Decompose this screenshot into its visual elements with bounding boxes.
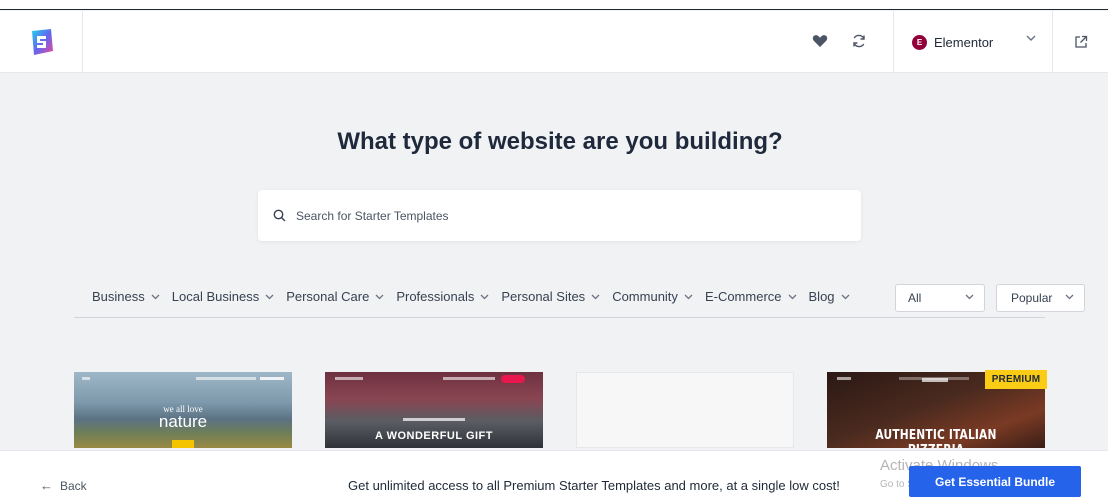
filter-personal-sites[interactable]: Personal Sites bbox=[501, 289, 600, 304]
filter-label: Community bbox=[612, 289, 678, 304]
chevron-down-icon bbox=[480, 294, 489, 300]
page-builder-label: Elementor bbox=[934, 34, 994, 50]
premium-badge: PREMIUM bbox=[985, 370, 1047, 389]
chevron-down-icon bbox=[788, 294, 797, 300]
filter-personal-care[interactable]: Personal Care bbox=[286, 289, 384, 304]
elementor-icon: E bbox=[912, 34, 927, 50]
promo-text: Get unlimited access to all Premium Star… bbox=[348, 478, 840, 493]
template-preview-navbar bbox=[74, 372, 292, 386]
window-top-strip bbox=[0, 0, 1108, 10]
chevron-down-icon bbox=[151, 294, 160, 300]
chevron-down-icon bbox=[965, 294, 974, 300]
external-link-icon bbox=[1075, 35, 1088, 48]
template-preview-logo bbox=[922, 378, 948, 382]
chevron-down-icon bbox=[684, 294, 693, 300]
filter-label: Personal Care bbox=[286, 289, 370, 304]
type-select[interactable]: All bbox=[895, 284, 985, 312]
filter-community[interactable]: Community bbox=[612, 289, 693, 304]
filter-label: Local Business bbox=[171, 289, 260, 304]
filter-label: Professionals bbox=[396, 289, 475, 304]
search-input[interactable] bbox=[296, 208, 836, 223]
chevron-down-icon bbox=[1065, 294, 1074, 300]
template-headline: A WONDERFUL GIFT bbox=[375, 430, 493, 442]
back-label: Back bbox=[60, 478, 87, 493]
template-preview-button bbox=[501, 375, 525, 383]
external-link-button[interactable] bbox=[1054, 11, 1108, 73]
type-select-value: All bbox=[908, 291, 922, 305]
filter-blog[interactable]: Blog bbox=[809, 289, 850, 304]
filter-local-business[interactable]: Local Business bbox=[172, 289, 274, 304]
page-title: What type of website are you building? bbox=[337, 128, 783, 155]
template-card[interactable]: we all love nature bbox=[74, 372, 292, 448]
search-bar[interactable] bbox=[258, 190, 861, 241]
filter-label: Blog bbox=[808, 289, 835, 304]
chevron-down-icon bbox=[1026, 35, 1036, 41]
template-headline: AUTHENTIC ITALIAN PIZZERIA bbox=[875, 428, 997, 448]
heart-icon[interactable] bbox=[810, 31, 830, 51]
refresh-icon[interactable] bbox=[849, 31, 869, 51]
filter-label: Business bbox=[92, 289, 145, 304]
page-builder-select[interactable]: E Elementor bbox=[893, 11, 1053, 73]
sort-select-value: Popular bbox=[1011, 291, 1053, 305]
filter-label: E-Commerce bbox=[704, 289, 782, 304]
filter-label: Personal Sites bbox=[501, 289, 586, 304]
search-icon bbox=[273, 209, 286, 222]
chevron-down-icon bbox=[375, 294, 384, 300]
filters-divider bbox=[74, 317, 1045, 318]
app-header: E Elementor bbox=[0, 11, 1108, 73]
template-preview-subtitle bbox=[403, 418, 465, 421]
template-card[interactable]: A WONDERFUL GIFT bbox=[325, 372, 543, 448]
chevron-down-icon bbox=[265, 294, 274, 300]
template-preview-button bbox=[172, 440, 194, 448]
filter-e-commerce[interactable]: E-Commerce bbox=[705, 289, 797, 304]
template-headline: nature bbox=[158, 412, 208, 431]
logo-cell[interactable] bbox=[0, 11, 83, 73]
arrow-left-icon: ← bbox=[40, 478, 53, 493]
back-button[interactable]: ← Back bbox=[40, 478, 87, 493]
get-essential-bundle-button[interactable]: Get Essential Bundle bbox=[909, 466, 1081, 497]
filter-business[interactable]: Business bbox=[92, 289, 160, 304]
chevron-down-icon bbox=[591, 294, 600, 300]
category-filters: Business Local Business Personal Care Pr… bbox=[92, 289, 862, 304]
template-card[interactable] bbox=[576, 372, 794, 448]
starter-templates-logo bbox=[32, 29, 53, 55]
filter-professionals[interactable]: Professionals bbox=[396, 289, 489, 304]
sort-select[interactable]: Popular bbox=[996, 284, 1085, 312]
chevron-down-icon bbox=[841, 294, 850, 300]
